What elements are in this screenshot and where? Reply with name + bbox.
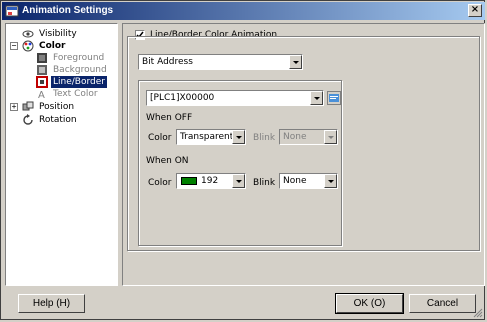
- expand-position-toggle[interactable]: +: [10, 103, 18, 111]
- tree-item-label: Background: [53, 65, 107, 75]
- when-on-color-select[interactable]: 192: [176, 173, 246, 189]
- when-off-color-select[interactable]: Transparent: [176, 129, 246, 145]
- when-off-blink-value: None: [283, 132, 307, 142]
- text-color-icon: A: [38, 90, 45, 100]
- close-button[interactable]: ×: [468, 4, 482, 17]
- when-off-heading: When OFF: [146, 113, 193, 123]
- resize-grip-icon[interactable]: [472, 307, 483, 318]
- line-border-icon: [36, 76, 48, 88]
- cancel-button[interactable]: Cancel: [409, 294, 476, 313]
- address-book-icon: [327, 91, 341, 105]
- category-tree[interactable]: Visibility − Color Foreground Background…: [5, 23, 118, 286]
- chevron-down-icon[interactable]: [232, 174, 245, 188]
- window-title: Animation Settings: [22, 5, 114, 16]
- rotation-icon: [23, 114, 33, 125]
- tree-item-label: Rotation: [39, 115, 77, 125]
- chevron-down-icon[interactable]: [289, 55, 302, 69]
- animation-groupbox: Bit Address [PLC1]X00000 When OFF Color …: [127, 36, 480, 251]
- when-on-blink-select[interactable]: None: [279, 173, 338, 189]
- address-groupbox: [PLC1]X00000 When OFF Color Transparent: [138, 80, 342, 246]
- mode-select[interactable]: Bit Address: [138, 54, 303, 70]
- mode-select-value: Bit Address: [142, 57, 193, 67]
- color-swatch: [181, 177, 197, 185]
- position-icon: [22, 101, 34, 111]
- tree-item-label: Foreground: [53, 53, 105, 63]
- collapse-color-toggle[interactable]: −: [10, 42, 18, 50]
- when-on-blink-value: None: [283, 176, 307, 186]
- address-select-value: [PLC1]X00000: [150, 93, 215, 103]
- svg-text:A: A: [38, 90, 45, 100]
- when-off-color-label: Color: [148, 133, 172, 143]
- chevron-down-icon[interactable]: [324, 130, 337, 144]
- when-on-heading: When ON: [146, 156, 189, 166]
- chevron-down-icon[interactable]: [324, 174, 337, 188]
- settings-panel: Line/Border Color Animation Bit Address …: [122, 23, 485, 286]
- title-bar[interactable]: Animation Settings ×: [2, 2, 485, 20]
- when-on-blink-label: Blink: [253, 178, 276, 188]
- app-icon: [5, 5, 19, 17]
- tree-item-label: Position: [39, 102, 75, 112]
- when-on-color-value: 192: [201, 176, 219, 186]
- ok-button[interactable]: OK (O): [335, 293, 404, 314]
- address-browse-button[interactable]: [327, 91, 341, 105]
- palette-icon: [22, 40, 34, 52]
- eye-icon: [22, 30, 34, 38]
- background-icon: [37, 65, 47, 75]
- tree-item-label: Color: [39, 41, 66, 51]
- when-on-color-label: Color: [148, 178, 172, 188]
- chevron-down-icon[interactable]: [232, 130, 245, 144]
- help-button[interactable]: Help (H): [18, 294, 85, 313]
- tree-item-label: Visibility: [39, 29, 77, 39]
- tree-item-label: Line/Border: [51, 76, 107, 88]
- when-off-blink-label: Blink: [253, 133, 276, 143]
- chevron-down-icon[interactable]: [310, 91, 323, 105]
- when-off-color-value: Transparent: [180, 132, 234, 142]
- animation-settings-dialog: Animation Settings × Visibility − Color …: [0, 0, 485, 320]
- address-select[interactable]: [PLC1]X00000: [146, 90, 324, 106]
- tree-item-label: Text Color: [53, 89, 98, 99]
- foreground-icon: [37, 53, 47, 63]
- when-off-blink-select[interactable]: None: [279, 129, 338, 145]
